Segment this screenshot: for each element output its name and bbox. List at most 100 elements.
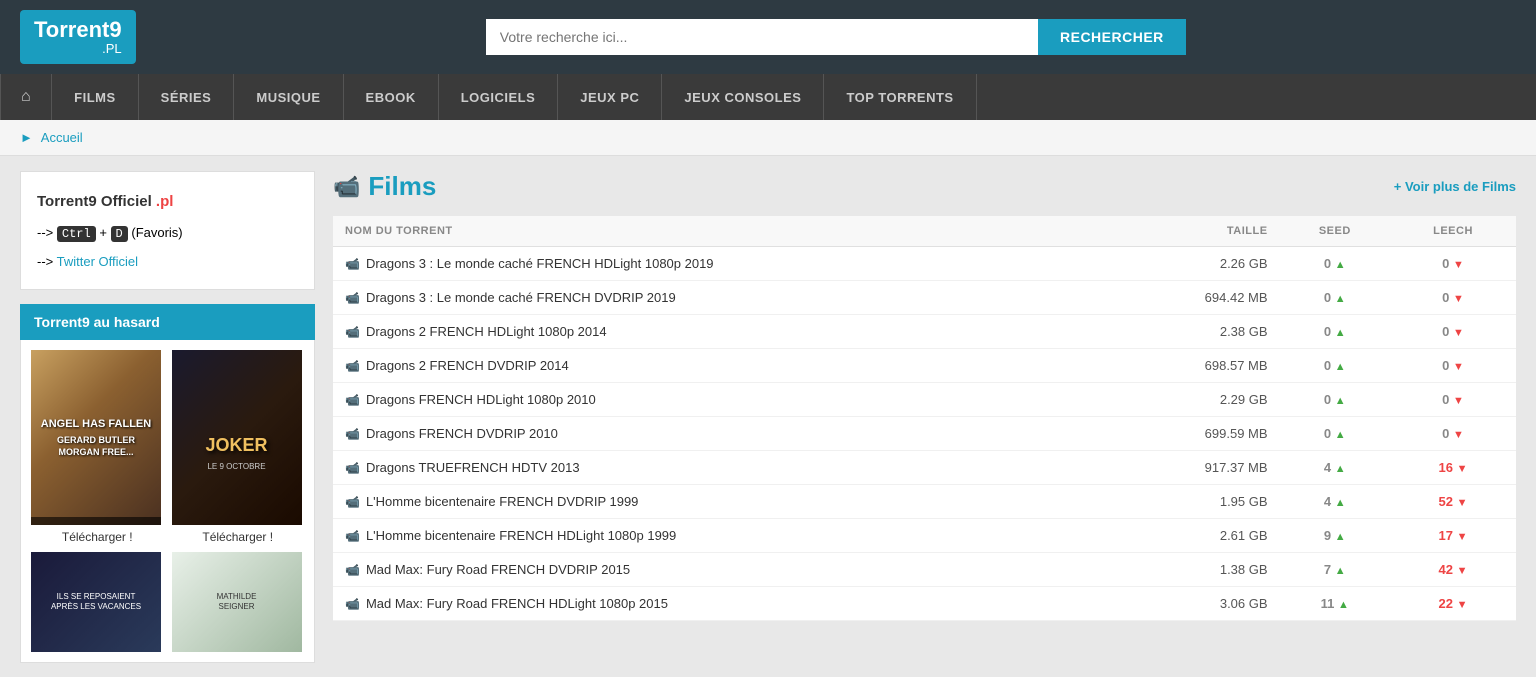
table-row[interactable]: 📹 Mad Max: Fury Road FRENCH HDLight 1080… <box>333 587 1516 621</box>
random-item-2[interactable]: JOKER LE 9 OCTOBRE Télécharger ! <box>172 350 305 544</box>
torrent-name[interactable]: 📹 Mad Max: Fury Road FRENCH DVDRIP 2015 <box>345 562 1096 577</box>
seed-count: 0 <box>1324 324 1331 339</box>
random-item-1[interactable]: ANGEL HAS FALLEN GERARD BUTLERMORGAN FRE… <box>31 350 164 544</box>
torrent-leech: 0 ▼ <box>1390 281 1516 315</box>
table-row[interactable]: 📹 Dragons 2 FRENCH HDLight 1080p 2014 2.… <box>333 315 1516 349</box>
torrent-title: L'Homme bicentenaire FRENCH DVDRIP 1999 <box>366 494 638 509</box>
leech-count: 0 <box>1442 290 1449 305</box>
nav-logiciels[interactable]: LOGICIELS <box>439 74 559 120</box>
torrent-name-cell[interactable]: 📹 Dragons 3 : Le monde caché FRENCH HDLi… <box>333 247 1108 281</box>
nav-jeux-pc[interactable]: JEUX PC <box>558 74 662 120</box>
logo-suffix: .PL <box>34 42 122 56</box>
seed-up-arrow: ▲ <box>1335 497 1346 509</box>
random-download-1[interactable]: Télécharger ! <box>31 530 164 544</box>
torrent-name[interactable]: 📹 L'Homme bicentenaire FRENCH DVDRIP 199… <box>345 494 1096 509</box>
leech-down-arrow: ▼ <box>1453 327 1464 339</box>
torrent-name[interactable]: 📹 Mad Max: Fury Road FRENCH HDLight 1080… <box>345 596 1096 611</box>
random-poster-3[interactable]: ILS SE REPOSAIENTAPRÈS LES VACANCES <box>31 552 161 652</box>
nav-musique[interactable]: MUSIQUE <box>234 74 343 120</box>
video-icon: 📹 <box>345 325 360 339</box>
seed-count: 7 <box>1324 562 1331 577</box>
voir-plus-label: Films <box>1482 179 1516 194</box>
torrent-size: 2.26 GB <box>1108 247 1280 281</box>
sidebar-plus: + <box>99 225 110 240</box>
sidebar-random-items: ANGEL HAS FALLEN GERARD BUTLERMORGAN FRE… <box>20 340 315 663</box>
torrent-leech: 0 ▼ <box>1390 417 1516 451</box>
torrent-seed: 7 ▲ <box>1280 553 1391 587</box>
torrent-name-cell[interactable]: 📹 Dragons FRENCH HDLight 1080p 2010 <box>333 383 1108 417</box>
torrent-name-cell[interactable]: 📹 L'Homme bicentenaire FRENCH HDLight 10… <box>333 519 1108 553</box>
table-row[interactable]: 📹 L'Homme bicentenaire FRENCH HDLight 10… <box>333 519 1516 553</box>
table-row[interactable]: 📹 Dragons 3 : Le monde caché FRENCH DVDR… <box>333 281 1516 315</box>
torrent-name[interactable]: 📹 Dragons FRENCH HDLight 1080p 2010 <box>345 392 1096 407</box>
torrent-name[interactable]: 📹 Dragons 3 : Le monde caché FRENCH HDLi… <box>345 256 1096 271</box>
table-row[interactable]: 📹 Dragons FRENCH DVDRIP 2010 699.59 MB 0… <box>333 417 1516 451</box>
random-download-2[interactable]: Télécharger ! <box>172 530 305 544</box>
torrent-name[interactable]: 📹 L'Homme bicentenaire FRENCH HDLight 10… <box>345 528 1096 543</box>
table-row[interactable]: 📹 Mad Max: Fury Road FRENCH DVDRIP 2015 … <box>333 553 1516 587</box>
breadcrumb-accueil[interactable]: Accueil <box>41 130 83 145</box>
nav-series[interactable]: SÉRIES <box>139 74 235 120</box>
breadcrumb-arrow: ► <box>20 130 33 145</box>
films-header: 📹 Films + Voir plus de Films <box>333 171 1516 202</box>
seed-count: 4 <box>1324 494 1331 509</box>
torrent-name-cell[interactable]: 📹 L'Homme bicentenaire FRENCH DVDRIP 199… <box>333 485 1108 519</box>
table-row[interactable]: 📹 Dragons TRUEFRENCH HDTV 2013 917.37 MB… <box>333 451 1516 485</box>
sidebar: Torrent9 Officiel .pl --> Ctrl + D (Favo… <box>20 171 315 663</box>
torrent-name-cell[interactable]: 📹 Dragons TRUEFRENCH HDTV 2013 <box>333 451 1108 485</box>
video-icon: 📹 <box>345 359 360 373</box>
torrent-seed: 0 ▲ <box>1280 281 1391 315</box>
torrent-seed: 0 ▲ <box>1280 383 1391 417</box>
random-poster-4[interactable]: MATHILDESEIGNER <box>172 552 302 652</box>
seed-count: 0 <box>1324 256 1331 271</box>
torrent-name[interactable]: 📹 Dragons TRUEFRENCH HDTV 2013 <box>345 460 1096 475</box>
voir-plus-link[interactable]: + Voir plus de Films <box>1394 179 1516 194</box>
leech-count: 0 <box>1442 324 1449 339</box>
table-row[interactable]: 📹 Dragons 3 : Le monde caché FRENCH HDLi… <box>333 247 1516 281</box>
leech-down-arrow: ▼ <box>1457 565 1468 577</box>
torrent-title: Dragons FRENCH DVDRIP 2010 <box>366 426 558 441</box>
torrent-name-cell[interactable]: 📹 Mad Max: Fury Road FRENCH DVDRIP 2015 <box>333 553 1108 587</box>
leech-count: 22 <box>1439 596 1453 611</box>
torrent-name-cell[interactable]: 📹 Dragons 3 : Le monde caché FRENCH DVDR… <box>333 281 1108 315</box>
search-button[interactable]: RECHERCHER <box>1038 19 1186 55</box>
nav-ebook[interactable]: EBOOK <box>344 74 439 120</box>
video-icon: 📹 <box>345 495 360 509</box>
torrent-name-cell[interactable]: 📹 Dragons 2 FRENCH HDLight 1080p 2014 <box>333 315 1108 349</box>
torrent-name-cell[interactable]: 📹 Dragons 2 FRENCH DVDRIP 2014 <box>333 349 1108 383</box>
twitter-link[interactable]: Twitter Officiel <box>57 254 138 269</box>
torrent-seed: 0 ▲ <box>1280 315 1391 349</box>
video-icon: 📹 <box>345 563 360 577</box>
torrent-seed: 0 ▲ <box>1280 247 1391 281</box>
torrent-leech: 52 ▼ <box>1390 485 1516 519</box>
seed-count: 0 <box>1324 290 1331 305</box>
torrent-name[interactable]: 📹 Dragons FRENCH DVDRIP 2010 <box>345 426 1096 441</box>
table-row[interactable]: 📹 L'Homme bicentenaire FRENCH DVDRIP 199… <box>333 485 1516 519</box>
torrent-name[interactable]: 📹 Dragons 3 : Le monde caché FRENCH DVDR… <box>345 290 1096 305</box>
torrent-size: 1.38 GB <box>1108 553 1280 587</box>
search-input[interactable] <box>486 19 1038 55</box>
torrent-leech: 0 ▼ <box>1390 383 1516 417</box>
leech-count: 0 <box>1442 256 1449 271</box>
nav-top-torrents[interactable]: TOP TORRENTS <box>824 74 976 120</box>
ctrl-badge: Ctrl <box>57 226 96 242</box>
nav-jeux-consoles[interactable]: JEUX CONSOLES <box>662 74 824 120</box>
seed-up-arrow: ▲ <box>1335 293 1346 305</box>
torrent-name[interactable]: 📹 Dragons 2 FRENCH HDLight 1080p 2014 <box>345 324 1096 339</box>
seed-count: 0 <box>1324 392 1331 407</box>
torrent-name-cell[interactable]: 📹 Dragons FRENCH DVDRIP 2010 <box>333 417 1108 451</box>
torrent-name-cell[interactable]: 📹 Mad Max: Fury Road FRENCH HDLight 1080… <box>333 587 1108 621</box>
seed-count: 0 <box>1324 358 1331 373</box>
films-title: 📹 Films <box>333 171 436 202</box>
torrent-title: Dragons 2 FRENCH DVDRIP 2014 <box>366 358 569 373</box>
sidebar-favoris: (Favoris) <box>131 225 182 240</box>
logo[interactable]: Torrent9 .PL <box>20 10 136 64</box>
sidebar-site-suffix: .pl <box>156 193 174 210</box>
table-row[interactable]: 📹 Dragons 2 FRENCH DVDRIP 2014 698.57 MB… <box>333 349 1516 383</box>
torrent-size: 698.57 MB <box>1108 349 1280 383</box>
seed-up-arrow: ▲ <box>1335 395 1346 407</box>
torrent-name[interactable]: 📹 Dragons 2 FRENCH DVDRIP 2014 <box>345 358 1096 373</box>
table-row[interactable]: 📹 Dragons FRENCH HDLight 1080p 2010 2.29… <box>333 383 1516 417</box>
nav-home[interactable]: ⌂ <box>0 74 52 120</box>
nav-films[interactable]: FILMS <box>52 74 139 120</box>
